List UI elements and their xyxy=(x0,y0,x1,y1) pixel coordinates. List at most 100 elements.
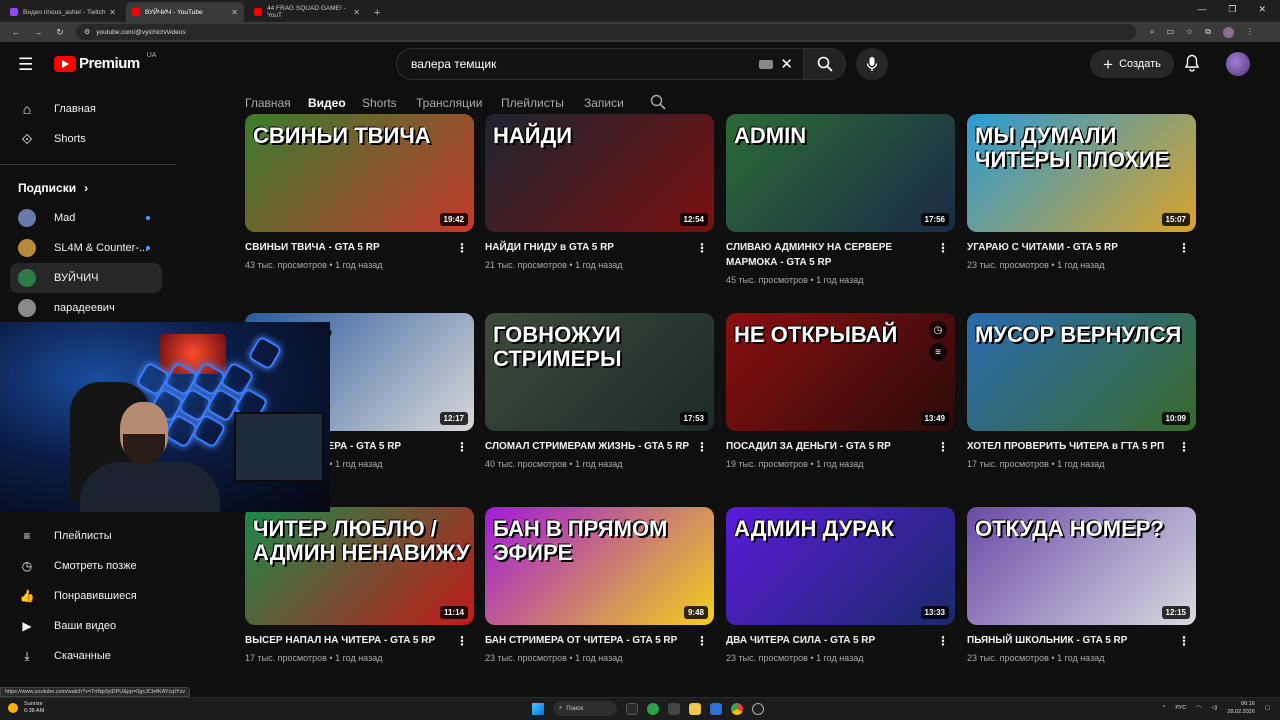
video-menu-icon[interactable]: ⋮ xyxy=(1178,440,1190,454)
account-avatar[interactable] xyxy=(1226,52,1250,76)
video-thumbnail[interactable]: МУСОР ВЕРНУЛСЯ 10:09 xyxy=(967,313,1196,431)
subscriptions-heading[interactable]: Подписки › xyxy=(18,181,88,195)
file-explorer-icon[interactable] xyxy=(689,702,701,715)
channel-search-icon[interactable] xyxy=(650,94,666,113)
volume-icon[interactable]: ◁) xyxy=(1211,705,1217,711)
widgets-icon[interactable] xyxy=(647,702,659,715)
task-view-icon[interactable] xyxy=(626,702,638,715)
address-bar[interactable]: ⚙ youtube.com/@vyichich/videos xyxy=(76,24,1136,40)
video-menu-icon[interactable]: ⋮ xyxy=(456,440,468,454)
subscription-item[interactable]: Mad xyxy=(10,203,162,233)
create-button[interactable]: + Создать xyxy=(1090,50,1174,78)
tab-live[interactable]: Трансляции xyxy=(416,96,482,110)
video-menu-icon[interactable]: ⋮ xyxy=(1178,634,1190,648)
tab-posts[interactable]: Записи xyxy=(584,96,624,110)
video-card[interactable]: ОТКУДА НОМЕР? 12:15 ПЬЯНЫЙ ШКОЛЬНИК - GTA … xyxy=(967,507,1196,687)
video-title[interactable]: ДВА ЧИТЕРА СИЛА - GTA 5 RP xyxy=(726,633,931,648)
tray-chevron-icon[interactable]: ^ xyxy=(1163,705,1166,711)
video-thumbnail[interactable]: СВИНЬИ ТВИЧА 19:42 xyxy=(245,114,474,232)
youtube-logo[interactable]: Premium UA xyxy=(54,52,156,72)
video-card[interactable]: ГОВНОЖУИ СТРИМЕРЫ 17:53 СЛОМАЛ СТРИМЕРАМ Ж… xyxy=(485,313,714,493)
clock[interactable]: 06:16 28.02.2026 xyxy=(1227,700,1255,716)
sidebar-item-your-videos[interactable]: ▶ Ваши видео xyxy=(10,611,162,641)
add-to-queue-icon[interactable]: ≡ xyxy=(929,343,947,361)
video-menu-icon[interactable]: ⋮ xyxy=(696,241,708,255)
close-tab-icon[interactable]: ✕ xyxy=(353,8,360,17)
keyboard-icon[interactable] xyxy=(759,60,773,69)
minimize-icon[interactable]: — xyxy=(1197,4,1206,15)
video-menu-icon[interactable]: ⋮ xyxy=(696,634,708,648)
video-title[interactable]: УГАРАЮ С ЧИТАМИ - GTA 5 RP xyxy=(967,240,1172,255)
video-menu-icon[interactable]: ⋮ xyxy=(456,241,468,255)
browser-tab[interactable]: ВУЙЧИЧ - YouTube ✕ xyxy=(126,2,244,22)
browser-tab[interactable]: 44 FRAG SQUAD GAME! - YouT ✕ xyxy=(248,2,366,22)
search-input[interactable]: валера темщик ✕ xyxy=(396,48,804,80)
lang-indicator[interactable]: РУС xyxy=(1175,705,1186,711)
video-card[interactable]: МУСОР ВЕРНУЛСЯ 10:09 ХОТЕЛ ПРОВЕРИТЬ ЧИТЕР… xyxy=(967,313,1196,493)
close-tab-icon[interactable]: ✕ xyxy=(109,8,116,17)
site-info-icon[interactable]: ⚙ xyxy=(84,28,90,36)
video-title[interactable]: ПОСАДИЛ ЗА ДЕНЬГИ - GTA 5 RP xyxy=(726,439,931,454)
search-button[interactable] xyxy=(804,48,846,80)
video-thumbnail[interactable]: ЧИТЕР ЛЮБЛЮ / АДМИН НЕНАВИЖУ 11:14 xyxy=(245,507,474,625)
video-title[interactable]: ПЬЯНЫЙ ШКОЛЬНИК - GTA 5 RP xyxy=(967,633,1172,648)
sidebar-item-like[interactable]: 👍 Понравившиеся xyxy=(10,581,162,611)
video-menu-icon[interactable]: ⋮ xyxy=(456,634,468,648)
profile-icon[interactable] xyxy=(1222,26,1234,38)
video-card[interactable]: НЕ ОТКРЫВАЙ 13:49 ◷ ≡ ПОСАДИЛ ЗА ДЕНЬГИ - GT… xyxy=(726,313,955,493)
extensions-icon[interactable]: ⧉ xyxy=(1205,27,1211,38)
video-thumbnail[interactable]: МЫ ДУМАЛИ ЧИТЕРЫ ПЛОХИЕ 15:07 xyxy=(967,114,1196,232)
sidebar-item-home[interactable]: ⌂ Главная xyxy=(10,94,162,124)
new-tab-button[interactable]: + xyxy=(374,7,380,22)
taskbar-search[interactable]: ⌕ Поиск xyxy=(553,701,617,716)
subscription-item[interactable]: SL4M & Counter-... xyxy=(10,233,162,263)
video-title[interactable]: ХОТЕЛ ПРОВЕРИТЬ ЧИТЕРА в ГТА 5 РП xyxy=(967,439,1172,454)
back-icon[interactable]: ← xyxy=(10,27,22,37)
video-card[interactable]: АДМИН ДУРАК 13:33 ДВА ЧИТЕРА СИЛА - GTA 5 … xyxy=(726,507,955,687)
tab-playlists[interactable]: Плейлисты xyxy=(501,96,564,110)
subscription-item[interactable]: парадеевич xyxy=(10,293,162,323)
watch-later-icon[interactable]: ◷ xyxy=(929,321,947,339)
video-title[interactable]: НАЙДИ ГНИДУ в GTA 5 RP xyxy=(485,240,690,255)
subscription-item[interactable]: ВУЙЧИЧ xyxy=(10,263,162,293)
app-icon[interactable] xyxy=(752,702,764,715)
video-thumbnail[interactable]: НЕ ОТКРЫВАЙ 13:49 ◷ ≡ xyxy=(726,313,955,431)
video-title[interactable]: СЛОМАЛ СТРИМЕРАМ ЖИЗНЬ - GTA 5 RP xyxy=(485,439,690,454)
cast-icon[interactable]: ▭ xyxy=(1166,27,1174,38)
notifications-bell-icon[interactable] xyxy=(1184,54,1200,76)
sidebar-item-download[interactable]: ⤓ Скачанные xyxy=(10,641,162,671)
video-thumbnail[interactable]: АДМИН ДУРАК 13:33 xyxy=(726,507,955,625)
windows-start-icon[interactable] xyxy=(532,702,544,715)
video-title[interactable]: БАН СТРИМЕРА ОТ ЧИТЕРА - GTA 5 RP xyxy=(485,633,690,648)
wifi-icon[interactable]: ◠ xyxy=(1196,705,1201,711)
video-thumbnail[interactable]: ГОВНОЖУИ СТРИМЕРЫ 17:53 xyxy=(485,313,714,431)
voice-search-button[interactable] xyxy=(856,48,888,80)
notification-icon[interactable]: ▢ xyxy=(1265,705,1270,711)
video-menu-icon[interactable]: ⋮ xyxy=(1178,241,1190,255)
video-thumbnail[interactable]: НАЙДИ 12:54 xyxy=(485,114,714,232)
hamburger-menu-icon[interactable]: ☰ xyxy=(18,56,36,73)
close-window-icon[interactable]: ✕ xyxy=(1258,4,1266,15)
video-card[interactable]: БАН В ПРЯМОМ ЭФИРЕ 9:48 БАН СТРИМЕРА ОТ ЧИ… xyxy=(485,507,714,687)
menu-dots-icon[interactable]: ⋮ xyxy=(1246,27,1254,38)
app-icon[interactable] xyxy=(710,702,722,715)
forward-icon[interactable]: → xyxy=(32,27,44,37)
zoom-icon[interactable]: ⌕ xyxy=(1150,27,1154,38)
chrome-icon[interactable] xyxy=(731,702,743,715)
tab-videos[interactable]: Видео xyxy=(308,96,346,110)
reload-icon[interactable]: ↻ xyxy=(54,27,66,38)
browser-tab[interactable]: Видео rinous_asher - Twitch ✕ xyxy=(4,2,122,22)
video-title[interactable]: ВЫСЕР НАПАЛ НА ЧИТЕРА - GTA 5 RP xyxy=(245,633,450,648)
tab-shorts[interactable]: Shorts xyxy=(362,96,397,110)
weather-widget[interactable]: Sunrise 6:38 AM xyxy=(8,701,44,715)
video-menu-icon[interactable]: ⋮ xyxy=(937,440,949,454)
video-thumbnail[interactable]: БАН В ПРЯМОМ ЭФИРЕ 9:48 xyxy=(485,507,714,625)
close-tab-icon[interactable]: ✕ xyxy=(231,8,238,17)
maximize-icon[interactable]: ❐ xyxy=(1228,4,1236,15)
video-menu-icon[interactable]: ⋮ xyxy=(937,241,949,255)
video-title[interactable]: СВИНЬИ ТВИЧА - GTA 5 RP xyxy=(245,240,450,255)
clear-search-icon[interactable]: ✕ xyxy=(780,55,793,73)
video-title[interactable]: СЛИВАЮ АДМИНКУ НА СЕРВЕРЕ МАРМОКА - GTA … xyxy=(726,240,931,270)
video-thumbnail[interactable]: ОТКУДА НОМЕР? 12:15 xyxy=(967,507,1196,625)
sidebar-item-playlists[interactable]: ≡ Плейлисты xyxy=(10,521,162,551)
